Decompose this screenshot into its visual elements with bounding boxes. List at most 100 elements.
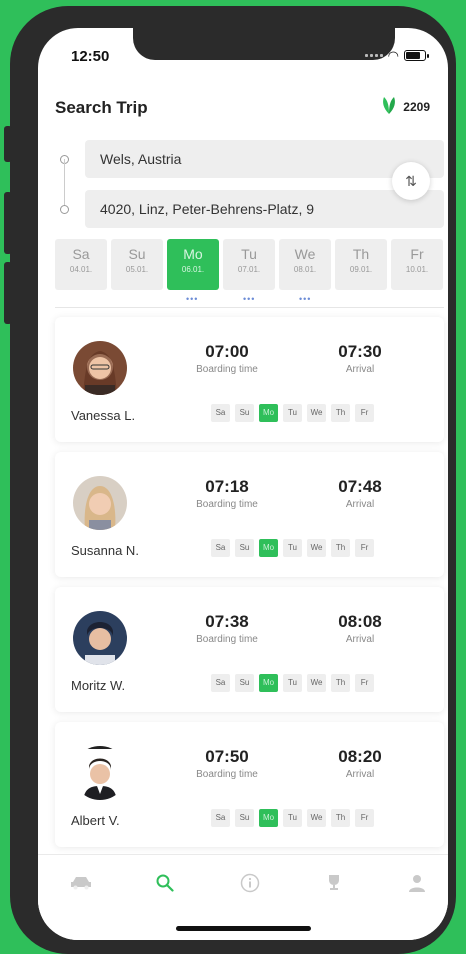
day-tab-date: 06.01. xyxy=(181,265,205,274)
day-tab-name: Sa xyxy=(72,246,90,262)
weekday-chip-su: Su xyxy=(235,674,254,692)
boarding-time: 07:50 xyxy=(205,747,249,766)
arrival-time-block: 08:08 Arrival xyxy=(315,612,405,645)
arrival-time-label: Arrival xyxy=(345,499,375,510)
weekday-chip-th: Th xyxy=(331,809,350,827)
day-tab-date: 08.01. xyxy=(293,265,317,274)
weekday-chip-fr: Fr xyxy=(355,539,374,557)
weekday-chip-fr: Fr xyxy=(355,404,374,422)
arrival-time-label: Arrival xyxy=(345,364,375,375)
day-selector: Sa 04.01. Su 05.01. Mo 06.01. Tu 07.01. We 08.01.… xyxy=(55,239,443,290)
day-tab-su[interactable]: Su 05.01. xyxy=(111,239,163,290)
avatar xyxy=(73,476,127,530)
weekday-chip-su: Su xyxy=(235,404,254,422)
mute-switch xyxy=(4,126,12,162)
app-screen: 12:50 ◠ Search Trip 2209 Wels, Austria 4… xyxy=(38,28,448,940)
points-badge[interactable]: 2209 xyxy=(381,96,430,117)
avatar xyxy=(73,611,127,665)
day-tab-name: We xyxy=(294,246,316,262)
arrival-time-block: 08:20 Arrival xyxy=(315,747,405,780)
points-value: 2209 xyxy=(403,99,430,114)
car-icon[interactable] xyxy=(66,871,96,895)
ride-card[interactable]: Vanessa L. 07:00 Boarding time 07:30 Arrival… xyxy=(55,317,444,442)
weekday-chip-we: We xyxy=(307,539,326,557)
weekday-chip-mo: Mo xyxy=(259,674,278,692)
wifi-icon: ◠ xyxy=(387,48,399,63)
signal-icon xyxy=(364,54,383,57)
day-tab-fr[interactable]: Fr 10.01. xyxy=(391,239,443,290)
avatar xyxy=(73,341,127,395)
day-tab-date: 09.01. xyxy=(349,265,373,274)
day-tab-name: Th xyxy=(352,246,370,262)
weekday-chip-th: Th xyxy=(331,674,350,692)
boarding-time: 07:18 xyxy=(205,477,249,496)
arrival-time-label: Arrival xyxy=(345,769,375,780)
divider xyxy=(55,307,444,308)
destination-input[interactable]: 4020, Linz, Peter-Behrens-Platz, 9 xyxy=(85,190,444,228)
weekday-chip-tu: Tu xyxy=(283,539,302,557)
day-tab-we[interactable]: We 08.01. xyxy=(279,239,331,290)
trophy-icon[interactable] xyxy=(319,871,349,895)
battery-icon xyxy=(404,50,429,61)
status-icons: ◠ xyxy=(364,48,429,63)
weekday-chip-tu: Tu xyxy=(283,674,302,692)
info-icon[interactable] xyxy=(235,871,265,895)
weekday-chip-sa: Sa xyxy=(211,674,230,692)
page-title: Search Trip xyxy=(55,98,148,117)
weekday-chip-fr: Fr xyxy=(355,809,374,827)
driver-name: Albert V. xyxy=(71,813,120,828)
day-tab-mo[interactable]: Mo 06.01. xyxy=(167,239,219,290)
tab-indicator: ••• xyxy=(243,294,256,304)
ride-card[interactable]: Moritz W. 07:38 Boarding time 08:08 Arrival S… xyxy=(55,587,444,712)
home-indicator xyxy=(176,926,311,931)
driver-name: Vanessa L. xyxy=(71,408,136,423)
swap-icon: ⇅ xyxy=(405,172,417,189)
ride-card[interactable]: Susanna N. 07:18 Boarding time 07:48 Arrival… xyxy=(55,452,444,577)
origin-input[interactable]: Wels, Austria xyxy=(85,140,444,178)
weekday-chip-sa: Sa xyxy=(211,404,230,422)
day-tab-date: 07.01. xyxy=(237,265,261,274)
weekday-chip-mo: Mo xyxy=(259,539,278,557)
tab-indicator: ••• xyxy=(186,294,199,304)
ride-card[interactable]: Albert V. 07:50 Boarding time 08:20 Arrival S… xyxy=(55,722,444,847)
driver-name: Susanna N. xyxy=(71,543,139,558)
boarding-time-label: Boarding time xyxy=(196,769,258,780)
boarding-time-block: 07:38 Boarding time xyxy=(182,612,272,645)
weekday-chip-mo: Mo xyxy=(259,809,278,827)
avatar xyxy=(73,746,127,800)
weekday-chip-sa: Sa xyxy=(211,539,230,557)
swap-route-button[interactable]: ⇅ xyxy=(392,162,430,200)
day-tab-sa[interactable]: Sa 04.01. xyxy=(55,239,107,290)
destination-dot-icon xyxy=(60,205,69,214)
notch xyxy=(133,28,395,60)
arrival-time: 08:20 xyxy=(338,747,382,766)
weekday-chip-tu: Tu xyxy=(283,809,302,827)
arrival-time-block: 07:30 Arrival xyxy=(315,342,405,375)
day-tab-tu[interactable]: Tu 07.01. xyxy=(223,239,275,290)
weekday-chip-we: We xyxy=(307,674,326,692)
weekday-row: Sa Su Mo Tu We Th Fr xyxy=(211,539,374,557)
day-tab-name: Tu xyxy=(241,246,257,262)
weekday-chip-sa: Sa xyxy=(211,809,230,827)
weekday-chip-we: We xyxy=(307,404,326,422)
arrival-time-block: 07:48 Arrival xyxy=(315,477,405,510)
weekday-row: Sa Su Mo Tu We Th Fr xyxy=(211,674,374,692)
status-time: 12:50 xyxy=(71,48,110,65)
day-tab-name: Mo xyxy=(183,246,203,262)
day-tab-name: Fr xyxy=(410,246,424,262)
weekday-chip-th: Th xyxy=(331,539,350,557)
leaf-icon xyxy=(381,96,397,117)
search-icon[interactable] xyxy=(150,871,180,895)
arrival-time: 07:30 xyxy=(338,342,382,361)
day-tab-th[interactable]: Th 09.01. xyxy=(335,239,387,290)
phone-frame: 12:50 ◠ Search Trip 2209 Wels, Austria 4… xyxy=(4,6,456,954)
weekday-row: Sa Su Mo Tu We Th Fr xyxy=(211,404,374,422)
weekday-chip-tu: Tu xyxy=(283,404,302,422)
weekday-row: Sa Su Mo Tu We Th Fr xyxy=(211,809,374,827)
tab-indicator: ••• xyxy=(299,294,312,304)
profile-icon[interactable] xyxy=(402,871,432,895)
day-tab-name: Su xyxy=(128,246,146,262)
boarding-time-block: 07:50 Boarding time xyxy=(182,747,272,780)
weekday-chip-we: We xyxy=(307,809,326,827)
day-tab-date: 05.01. xyxy=(125,265,149,274)
